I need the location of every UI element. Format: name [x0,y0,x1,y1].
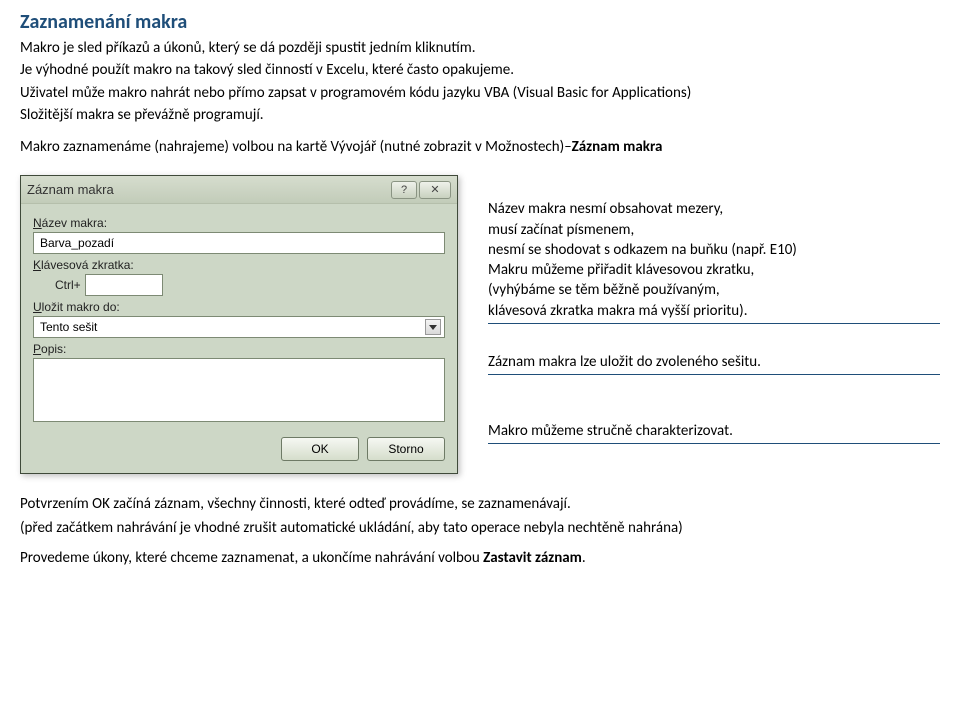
note-name-rules: Název makra nesmí obsahovat mezery, musí… [488,199,940,324]
footer-3: Provedeme úkony, které chceme zaznamenat… [20,548,940,568]
dialog-titlebar[interactable]: Záznam makra ? ✕ [21,176,457,204]
intro-1: Makro je sled příkazů a úkonů, který se … [20,38,940,58]
label-macro-name-mnemonic: N [33,216,42,230]
intro-3: Uživatel může makro nahrát nebo přímo za… [20,83,940,103]
label-macro-name-rest: ázev makra: [42,216,107,230]
label-store-mnemonic: U [33,300,42,314]
description-field[interactable] [33,358,445,422]
intro-4: Složitější makra se převážně programují. [20,105,940,125]
dialog-title: Záznam makra [27,182,391,197]
note-description: Makro můžeme stručně charakterizovat. [488,421,940,444]
footer-3-dot: . [582,549,586,567]
label-description-mnemonic: P [33,342,41,356]
footer-3b: Zastavit záznam [483,549,582,567]
label-description-rest: opis: [41,342,66,356]
store-select-value: Tento sešit [40,320,97,334]
intro-5: Makro zaznamenáme (nahrajeme) volbou na … [20,137,940,157]
store-select[interactable]: Tento sešit [33,316,445,338]
shortcut-field[interactable] [85,274,163,296]
label-shortcut: Klávesová zkratka: [33,258,445,272]
chevron-down-icon[interactable] [425,319,441,335]
shortcut-prefix: Ctrl+ [55,278,81,292]
footer-3a: Provedeme úkony, které chceme zaznamenat… [20,549,483,567]
label-store: Uložit makro do: [33,300,445,314]
record-macro-dialog: Záznam makra ? ✕ Název makra: Klávesová … [20,175,458,474]
ok-button[interactable]: OK [281,437,359,461]
help-icon[interactable]: ? [391,181,417,199]
footer-1: Potvrzením OK začíná záznam, všechny čin… [20,494,940,514]
intro-5b: Záznam makra [572,138,663,156]
page-title: Zaznamenání makra [20,10,940,34]
label-store-rest: ložit makro do: [42,300,120,314]
label-shortcut-mnemonic: K [33,258,41,272]
cancel-button[interactable]: Storno [367,437,445,461]
intro-5a: Makro zaznamenáme (nahrajeme) volbou na … [20,138,572,156]
footer-2: (před začátkem nahrávání je vhodné zruši… [20,518,940,538]
label-shortcut-rest: lávesová zkratka: [41,258,134,272]
macro-name-field[interactable] [33,232,445,254]
close-icon[interactable]: ✕ [419,181,451,199]
label-macro-name: Název makra: [33,216,445,230]
intro-2: Je výhodné použít makro na takový sled č… [20,60,940,80]
label-description: Popis: [33,342,445,356]
note-store: Záznam makra lze uložit do zvoleného seš… [488,352,940,375]
